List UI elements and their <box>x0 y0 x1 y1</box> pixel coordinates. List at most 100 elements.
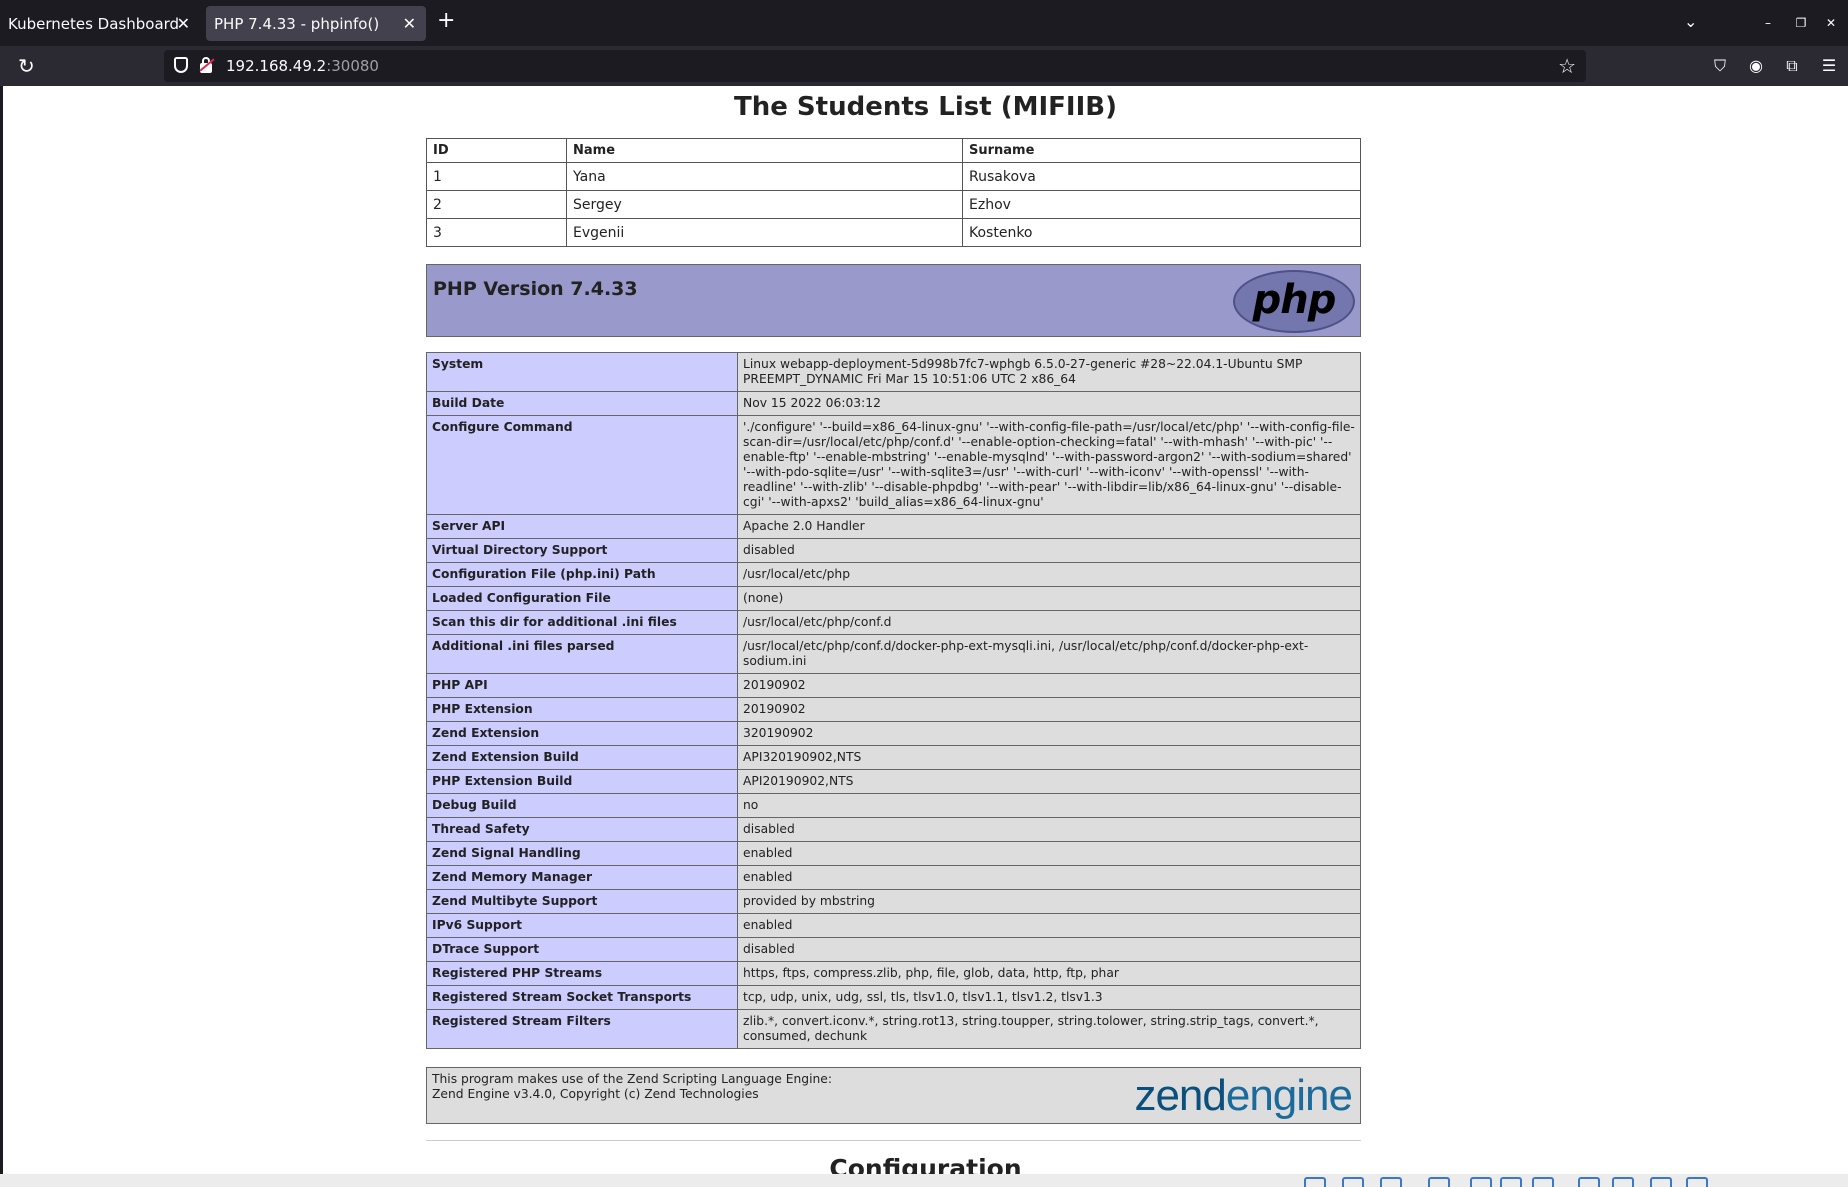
app-icon[interactable] <box>1578 1177 1600 1187</box>
tracking-protection-icon[interactable] <box>174 57 188 73</box>
table-row: 3 Evgenii Kostenko <box>426 218 1361 247</box>
reload-icon[interactable]: ↻ <box>18 54 35 78</box>
info-key: Loaded Configuration File <box>426 586 738 611</box>
page-content: The Students List (MIFIIB) ID Name Surna… <box>3 86 1848 1174</box>
app-icon[interactable] <box>1304 1177 1326 1187</box>
info-key: Configuration File (php.ini) Path <box>426 562 738 587</box>
info-key: PHP API <box>426 673 738 698</box>
table-row: Debug Build no <box>426 793 1361 818</box>
zend-engine-box: This program makes use of the Zend Scrip… <box>426 1067 1361 1124</box>
table-row: Configuration File (php.ini) Path/usr/lo… <box>426 562 1361 587</box>
new-tab-icon[interactable]: + <box>437 10 455 32</box>
table-row: Thread Safety disabled <box>426 817 1361 842</box>
info-key: System <box>426 352 738 392</box>
app-icon[interactable] <box>1612 1177 1634 1187</box>
url-text[interactable]: 192.168.49.2:30080 <box>226 57 379 75</box>
info-value: disabled <box>737 817 1361 842</box>
students-table: ID Name Surname 1 Yana Rusakova 2 Sergey… <box>426 138 1361 247</box>
configuration-heading: Configuration <box>829 1154 1022 1174</box>
app-icon[interactable] <box>1428 1177 1450 1187</box>
info-value: (none) <box>737 586 1361 611</box>
php-version-header: PHP Version 7.4.33 php <box>426 264 1361 337</box>
info-key: Virtual Directory Support <box>426 538 738 563</box>
tab-kubernetes-dashboard[interactable]: Kubernetes Dashboard ✕ <box>0 6 200 41</box>
app-icon[interactable] <box>1650 1177 1672 1187</box>
info-key: Configure Command <box>426 415 738 515</box>
app-icon[interactable] <box>1500 1177 1522 1187</box>
info-key: Registered Stream Socket Transports <box>426 985 738 1010</box>
restore-icon[interactable]: ❐ <box>1791 13 1811 33</box>
app-icon[interactable] <box>1686 1177 1708 1187</box>
url-host: 192.168.49.2 <box>226 57 327 75</box>
cell-name: Sergey <box>566 190 963 219</box>
info-value: Linux webapp-deployment-5d998b7fc7-wphgb… <box>737 352 1361 392</box>
cell-id: 1 <box>426 162 567 191</box>
app-icon[interactable] <box>1380 1177 1402 1187</box>
info-key: Zend Signal Handling <box>426 841 738 866</box>
table-row: Server API Apache 2.0 Handler <box>426 514 1361 539</box>
app-icon[interactable] <box>1342 1177 1364 1187</box>
info-key: PHP Extension Build <box>426 769 738 794</box>
info-value: disabled <box>737 538 1361 563</box>
address-bar[interactable]: 192.168.49.2:30080 ☆ <box>164 50 1586 82</box>
tab-title: PHP 7.4.33 - phpinfo() <box>214 14 380 33</box>
column-header-name: Name <box>566 138 963 163</box>
info-key: DTrace Support <box>426 937 738 962</box>
table-row: Zend Multibyte Support provided by mbstri… <box>426 889 1361 914</box>
cell-id: 3 <box>426 218 567 247</box>
bookmark-star-icon[interactable]: ☆ <box>1558 54 1576 78</box>
info-value: /usr/local/etc/php <box>737 562 1361 587</box>
tab-title: Kubernetes Dashboard <box>8 14 180 33</box>
app-icon[interactable] <box>1532 1177 1554 1187</box>
info-key: Thread Safety <box>426 817 738 842</box>
page-title: The Students List (MIFIIB) <box>734 92 1117 122</box>
info-value: 20190902 <box>737 673 1361 698</box>
info-value: disabled <box>737 937 1361 962</box>
table-row: Loaded Configuration File (none) <box>426 586 1361 611</box>
cell-surname: Ezhov <box>962 190 1361 219</box>
info-key: Debug Build <box>426 793 738 818</box>
tab-phpinfo[interactable]: PHP 7.4.33 - phpinfo() ✕ <box>206 6 426 41</box>
info-key: Zend Extension Build <box>426 745 738 770</box>
info-value: provided by mbstring <box>737 889 1361 914</box>
minimize-icon[interactable]: – <box>1758 13 1778 33</box>
info-key: PHP Extension <box>426 697 738 722</box>
info-value: 20190902 <box>737 697 1361 722</box>
menu-icon[interactable]: ☰ <box>1819 56 1839 75</box>
info-key: Registered PHP Streams <box>426 961 738 986</box>
cell-id: 2 <box>426 190 567 219</box>
app-icon[interactable] <box>1470 1177 1492 1187</box>
info-key: Scan this dir for additional .ini files <box>426 610 738 635</box>
zend-engine-logo[interactable]: zendengine <box>1134 1071 1353 1120</box>
close-window-icon[interactable]: ✕ <box>1821 13 1841 33</box>
table-row: Registered Stream Socket Transports tcp, … <box>426 985 1361 1010</box>
navigation-toolbar: ↻ 192.168.49.2:30080 ☆ ⛉ ◉ ⧉ ☰ <box>0 46 1848 86</box>
info-key: Registered Stream Filters <box>426 1009 738 1049</box>
insecure-lock-icon[interactable] <box>199 57 215 73</box>
info-value: zlib.*, convert.iconv.*, string.rot13, s… <box>737 1009 1361 1049</box>
table-row: Build Date Nov 15 2022 06:03:12 <box>426 391 1361 416</box>
close-tab-icon[interactable]: ✕ <box>403 14 416 33</box>
table-row: PHP Extension 20190902 <box>426 697 1361 722</box>
cell-name: Yana <box>566 162 963 191</box>
zend-engine-text: This program makes use of the Zend Scrip… <box>432 1072 832 1102</box>
chevron-down-icon[interactable]: ⌄ <box>1684 12 1697 31</box>
extensions-icon[interactable]: ⧉ <box>1782 56 1802 76</box>
zend-logo-part2: engine <box>1225 1071 1353 1120</box>
table-row: Zend Extension Build API320190902,NTS <box>426 745 1361 770</box>
info-value: Nov 15 2022 06:03:12 <box>737 391 1361 416</box>
table-row: Registered Stream Filters zlib.*, convert… <box>426 1009 1361 1049</box>
url-port: :30080 <box>326 57 379 75</box>
info-value: /usr/local/etc/php/conf.d/docker-php-ext… <box>737 634 1361 674</box>
divider <box>426 1140 1361 1141</box>
account-icon[interactable]: ◉ <box>1746 56 1766 75</box>
info-value: /usr/local/etc/php/conf.d <box>737 610 1361 635</box>
table-row: DTrace Support disabled <box>426 937 1361 962</box>
php-logo[interactable]: php <box>1233 270 1355 333</box>
column-header-surname: Surname <box>962 138 1361 163</box>
pocket-icon[interactable]: ⛉ <box>1710 56 1730 76</box>
close-tab-icon[interactable]: ✕ <box>177 14 190 33</box>
info-value: no <box>737 793 1361 818</box>
table-row: Zend Memory Manager enabled <box>426 865 1361 890</box>
info-key: Server API <box>426 514 738 539</box>
